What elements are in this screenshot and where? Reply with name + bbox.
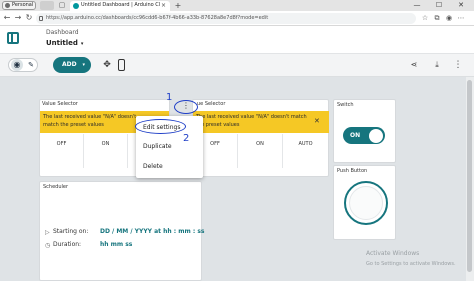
- dashboard-title[interactable]: Untitled ▾: [46, 39, 83, 47]
- favorites-icon[interactable]: ☆: [420, 13, 430, 23]
- profile-button[interactable]: Personal: [2, 1, 36, 10]
- option-off[interactable]: OFF: [40, 134, 84, 168]
- chevron-down-icon: ▾: [82, 62, 85, 68]
- menu-item-delete[interactable]: Delete: [143, 163, 163, 170]
- more-options-icon[interactable]: ⋮: [452, 59, 464, 71]
- warning-text: The last received value "N/A" doesn't ma…: [43, 114, 137, 128]
- warning-text: The last received value "N/A" doesn't ma…: [196, 114, 307, 128]
- arrange-move-icon[interactable]: ✥: [101, 59, 113, 71]
- starting-on-label: Starting on:: [53, 228, 89, 235]
- refresh-icon[interactable]: ↻: [24, 13, 34, 23]
- back-icon[interactable]: ←: [2, 13, 12, 23]
- download-icon[interactable]: ⤓: [431, 59, 443, 71]
- browser-menu-icon[interactable]: ⋯: [456, 13, 466, 23]
- push-button-face[interactable]: [349, 186, 383, 220]
- dashboard-title-text: Untitled: [46, 39, 78, 47]
- profile-avatar-icon: [5, 3, 10, 8]
- breadcrumb[interactable]: Dashboard: [46, 29, 79, 36]
- chevron-down-icon: ▾: [80, 41, 84, 47]
- duration-label: Duration:: [53, 241, 82, 248]
- tab-close-icon[interactable]: ×: [161, 1, 169, 10]
- add-widget-button[interactable]: ADD ▾: [53, 57, 91, 73]
- forward-icon[interactable]: →: [13, 13, 23, 23]
- url-input[interactable]: https://app.arduino.cc/dashboards/cc96cd…: [36, 13, 416, 24]
- scrollbar-thumb[interactable]: [467, 80, 472, 272]
- close-window-button[interactable]: ✕: [450, 0, 472, 11]
- annotation-circle-2: [135, 119, 186, 134]
- workspaces-icon[interactable]: [40, 1, 54, 10]
- browser-tab-active[interactable]: Untitled Dashboard | Arduino Cl: [70, 1, 170, 11]
- annotation-circle-1: [174, 100, 198, 114]
- sidebar-toggle-icon[interactable]: [7, 32, 19, 44]
- widget-title: Push Button: [337, 168, 368, 174]
- option-on[interactable]: ON: [84, 134, 128, 168]
- duration-value[interactable]: hh mm ss: [100, 241, 132, 248]
- switch-state-label: ON: [350, 132, 361, 139]
- url-text: https://app.arduino.cc/dashboards/cc96cd…: [46, 15, 269, 21]
- activation-watermark-subtitle: Go to Settings to activate Windows.: [366, 261, 456, 267]
- annotation-number-1: 1: [166, 92, 173, 103]
- menu-item-duplicate[interactable]: Duplicate: [143, 143, 172, 150]
- minimize-button[interactable]: —: [406, 0, 428, 11]
- profile-label: Personal: [12, 2, 34, 8]
- collections-icon[interactable]: ⧉: [432, 13, 442, 23]
- option-auto[interactable]: AUTO: [283, 134, 328, 168]
- share-icon[interactable]: ⋖: [408, 59, 420, 71]
- tab-title: Untitled Dashboard | Arduino Cl: [81, 2, 161, 8]
- starting-on-value[interactable]: DD / MM / YYYY at hh : mm : ss: [100, 228, 204, 235]
- clock-icon: ◷: [45, 242, 51, 249]
- lock-icon: [39, 16, 43, 21]
- new-tab-button[interactable]: +: [173, 0, 183, 11]
- widget-title: Value Selector: [42, 101, 78, 107]
- pencil-icon[interactable]: ✎: [25, 59, 37, 71]
- mobile-view-icon[interactable]: [118, 59, 125, 71]
- tab-actions-icon[interactable]: ▢: [57, 1, 67, 10]
- widget-title: ue Selector: [197, 101, 226, 107]
- widget-title: Switch: [337, 102, 354, 108]
- activation-watermark-title: Activate Windows: [366, 250, 420, 257]
- widget-title: Scheduler: [43, 184, 69, 190]
- maximize-button[interactable]: ☐: [428, 0, 450, 11]
- add-label: ADD: [62, 61, 77, 68]
- play-icon: ▷: [45, 229, 50, 236]
- annotation-number-2: 2: [183, 133, 190, 144]
- close-icon[interactable]: ✕: [314, 117, 322, 125]
- eye-icon[interactable]: ◉: [11, 59, 23, 71]
- option-on[interactable]: ON: [238, 134, 283, 168]
- arduino-favicon-icon: [73, 3, 79, 9]
- profile-icon[interactable]: ◉: [444, 13, 454, 23]
- switch-knob[interactable]: [369, 129, 383, 143]
